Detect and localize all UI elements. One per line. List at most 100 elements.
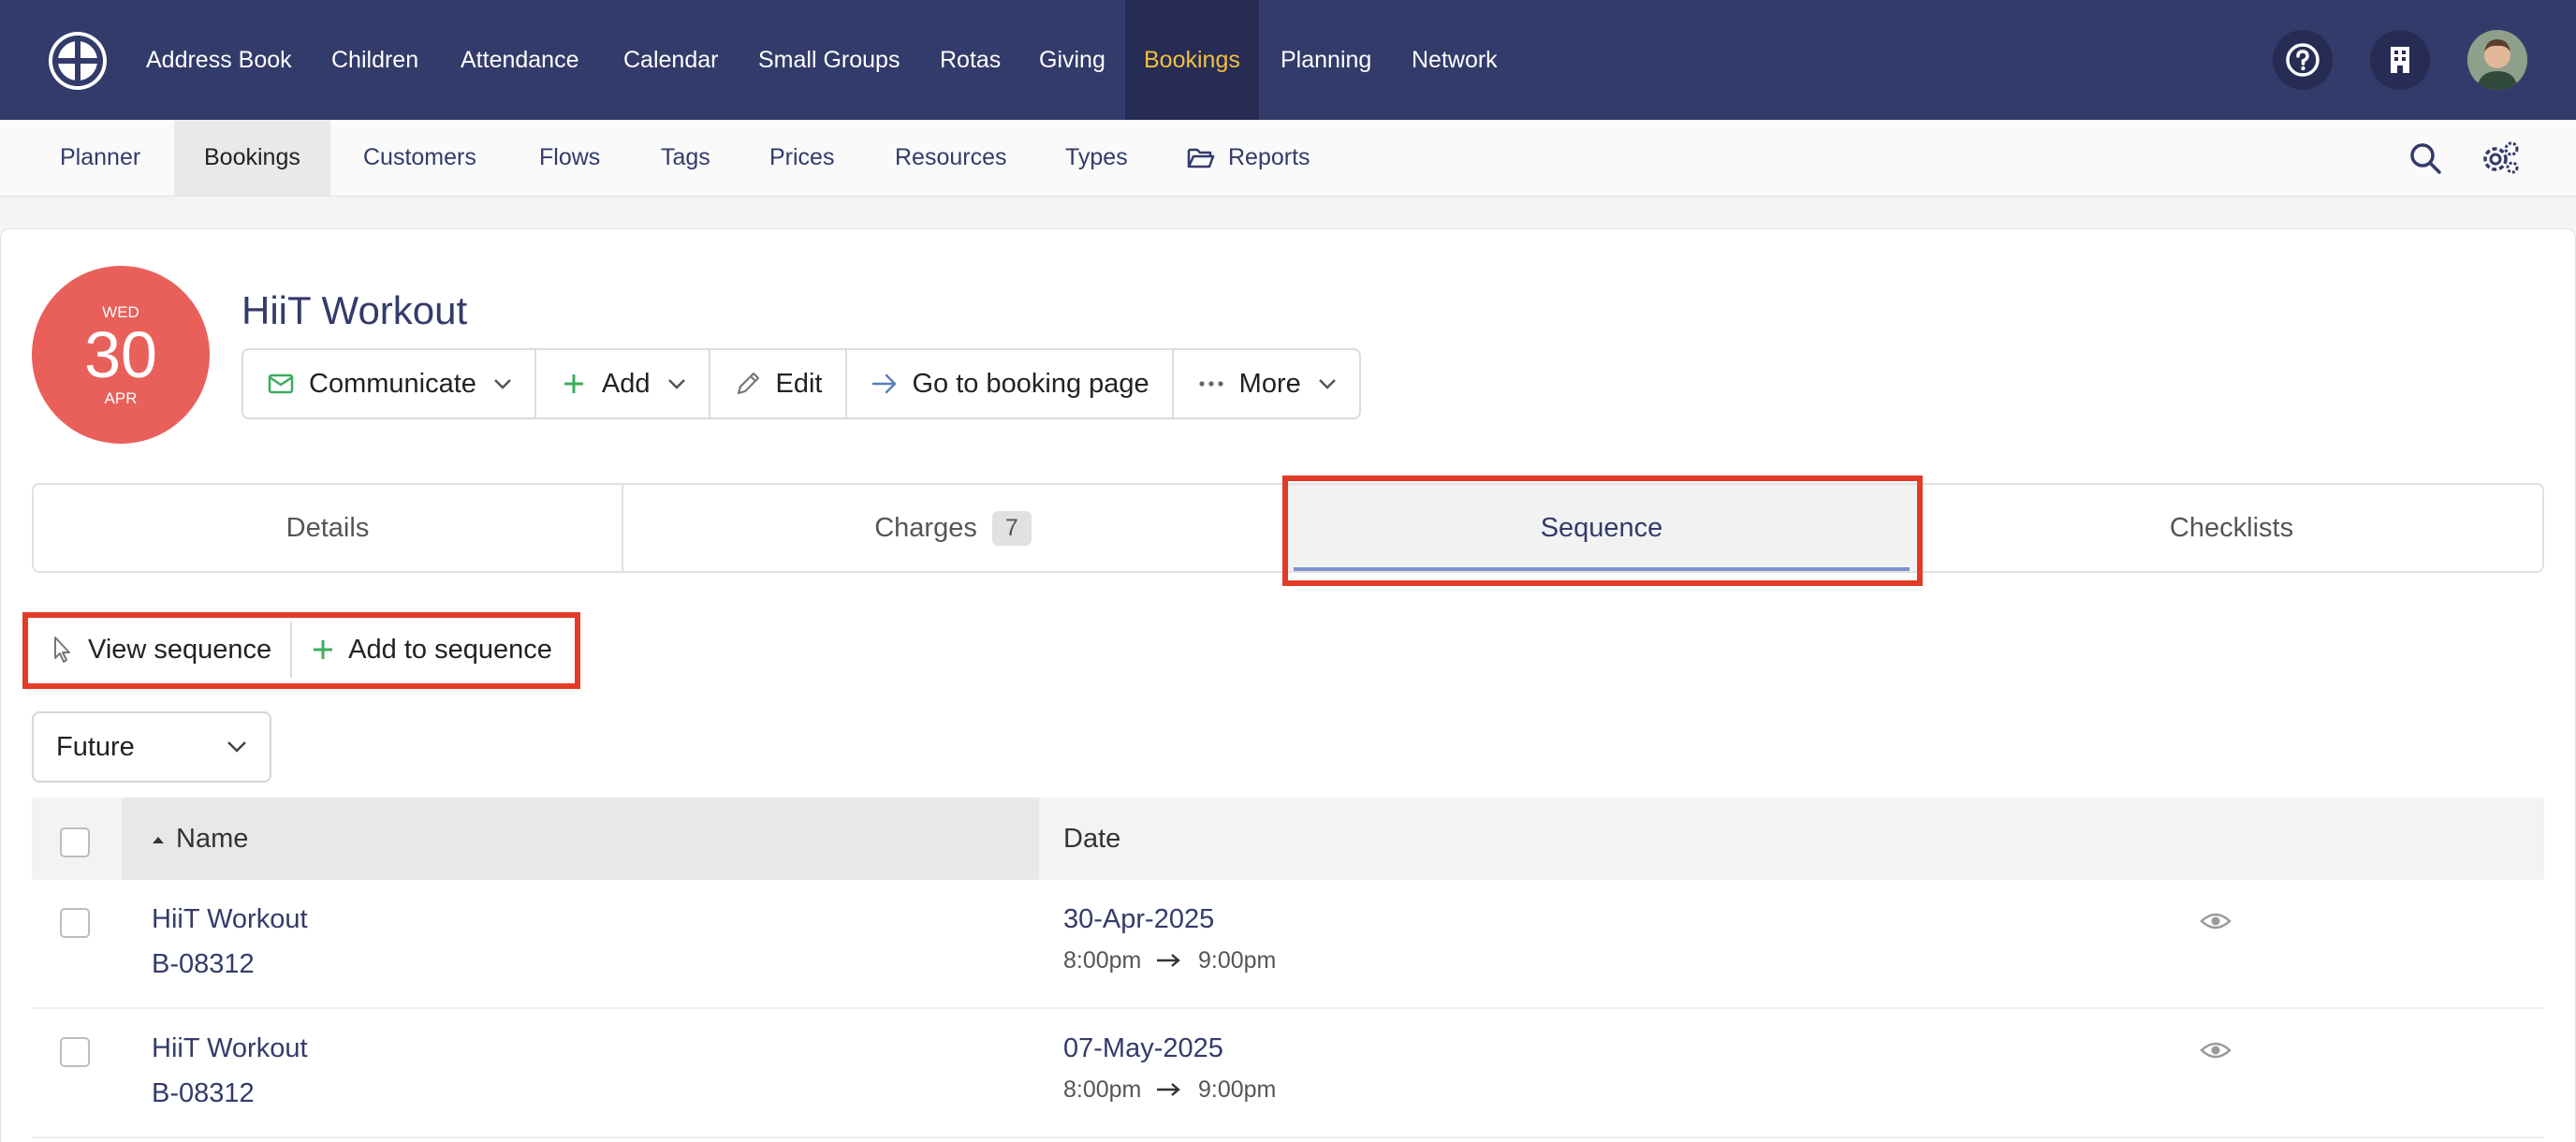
chevron-down-icon	[494, 379, 511, 389]
building-icon	[2391, 47, 2409, 73]
booking-name-link[interactable]: HiiT Workout	[152, 904, 308, 935]
table-row: HiiT Workout B-08312 07-May-2025 8:00pm …	[32, 1009, 2544, 1138]
user-avatar-image	[2467, 30, 2527, 90]
row-checkbox[interactable]	[60, 1037, 90, 1067]
nav-giving[interactable]: Giving	[1039, 0, 1105, 120]
pencil-icon	[737, 372, 759, 395]
help-button[interactable]	[2273, 30, 2333, 90]
chevron-down-icon	[227, 741, 246, 753]
more-button[interactable]: More	[1174, 350, 1359, 417]
name-column-header[interactable]: Name	[176, 798, 248, 880]
communicate-button[interactable]: Communicate	[243, 350, 536, 417]
ellipsis-icon	[1199, 381, 1223, 387]
sort-ascending-icon[interactable]	[152, 835, 165, 844]
chevron-down-icon	[1318, 379, 1336, 389]
view-sequence-label: View sequence	[88, 634, 272, 665]
booking-date-link[interactable]: 30-Apr-2025	[1063, 904, 1214, 935]
sequence-filter-value: Future	[56, 731, 135, 762]
subnav-prices[interactable]: Prices	[769, 120, 834, 196]
app-logo-icon[interactable]	[47, 30, 109, 92]
event-month: APR	[104, 389, 138, 407]
booking-start-time: 8:00pm	[1063, 1076, 1142, 1103]
view-sequence-button[interactable]: View sequence	[32, 622, 293, 678]
subnav-flows[interactable]: Flows	[539, 120, 600, 196]
subnav-resources[interactable]: Resources	[895, 120, 1007, 196]
tab-details-label: Details	[285, 512, 370, 543]
subnav-planner[interactable]: Planner	[60, 120, 140, 196]
chevron-down-icon	[667, 379, 685, 389]
subnav-reports[interactable]: Reports	[1228, 120, 1310, 196]
booking-ref-link[interactable]: B-08312	[152, 949, 255, 980]
row-checkbox[interactable]	[60, 908, 90, 938]
tab-charges-label: Charges	[874, 512, 977, 543]
date-column-header[interactable]: Date	[1063, 798, 1120, 880]
search-button[interactable]	[2406, 139, 2445, 178]
sequence-filter-select[interactable]: Future	[32, 711, 271, 783]
view-eye-icon[interactable]	[2200, 910, 2232, 932]
organisation-button[interactable]	[2370, 30, 2430, 90]
booking-ref-link[interactable]: B-08312	[152, 1078, 255, 1109]
communicate-label: Communicate	[309, 368, 476, 399]
help-icon	[2286, 43, 2320, 77]
table-header: Name Date	[32, 798, 2544, 880]
name-column-header-bg	[122, 798, 1039, 880]
edit-label: Edit	[775, 368, 823, 399]
go-to-booking-page-label: Go to booking page	[912, 368, 1149, 399]
nav-small-groups[interactable]: Small Groups	[758, 0, 900, 120]
nav-calendar[interactable]: Calendar	[623, 0, 718, 120]
select-all-checkbox[interactable]	[60, 827, 90, 857]
booking-tabs: Details Charges 7 Sequence Checklists	[32, 483, 2544, 573]
nav-network[interactable]: Network	[1412, 0, 1498, 120]
envelope-icon	[268, 373, 294, 394]
nav-address-book[interactable]: Address Book	[146, 0, 292, 120]
nav-bookings[interactable]: Bookings	[1125, 0, 1259, 120]
tab-sequence[interactable]: Sequence	[1284, 485, 1921, 571]
nav-rotas[interactable]: Rotas	[940, 0, 1001, 120]
top-navigation-bar: Address Book Children Attendance Calenda…	[0, 0, 2576, 120]
tab-checklists-label: Checklists	[2169, 512, 2294, 543]
tab-checklists[interactable]: Checklists	[1921, 485, 2542, 571]
booking-date-link[interactable]: 07-May-2025	[1063, 1033, 1223, 1064]
add-label: Add	[601, 368, 651, 399]
plus-icon	[314, 640, 333, 659]
subnav-customers[interactable]: Customers	[363, 120, 476, 196]
booking-actions-toolbar: Communicate Add Edit Go to booking page …	[242, 348, 1361, 419]
event-day: 30	[84, 318, 157, 391]
nav-planning[interactable]: Planning	[1281, 0, 1371, 120]
go-to-booking-page-button[interactable]: Go to booking page	[847, 350, 1174, 417]
subnav-types[interactable]: Types	[1065, 120, 1128, 196]
arrow-right-icon	[1157, 1083, 1180, 1096]
booking-name-link[interactable]: HiiT Workout	[152, 1033, 308, 1064]
user-avatar[interactable]	[2467, 30, 2527, 90]
sub-navigation-bar: Planner Bookings Customers Flows Tags Pr…	[0, 120, 2576, 197]
booking-end-time: 9:00pm	[1198, 947, 1277, 974]
arrow-right-icon	[871, 373, 896, 394]
booking-end-time: 9:00pm	[1198, 1076, 1277, 1103]
tab-sequence-label: Sequence	[1540, 512, 1663, 543]
nav-attendance[interactable]: Attendance	[461, 0, 579, 120]
booking-start-time: 8:00pm	[1063, 947, 1142, 974]
tab-details[interactable]: Details	[34, 485, 623, 571]
subnav-bookings[interactable]: Bookings	[174, 120, 330, 196]
tab-charges[interactable]: Charges 7	[623, 485, 1284, 571]
event-date-badge: WED 30 APR	[32, 266, 210, 444]
add-to-sequence-button[interactable]: Add to sequence	[292, 622, 571, 678]
nav-children[interactable]: Children	[331, 0, 418, 120]
settings-button[interactable]	[2481, 139, 2520, 178]
add-to-sequence-label: Add to sequence	[348, 634, 552, 665]
view-eye-icon[interactable]	[2200, 1039, 2232, 1061]
pointer-icon	[54, 637, 70, 663]
plus-icon	[564, 374, 583, 393]
page-title: HiiT Workout	[242, 288, 468, 332]
table-row: HiiT Workout B-08312 30-Apr-2025 8:00pm …	[32, 880, 2544, 1009]
sequence-actions-toolbar: View sequence Add to sequence	[32, 622, 571, 678]
gears-icon	[2483, 141, 2519, 174]
edit-button[interactable]: Edit	[710, 350, 847, 417]
subnav-tags[interactable]: Tags	[661, 120, 710, 196]
add-button[interactable]: Add	[536, 350, 710, 417]
folder-open-icon	[1187, 148, 1215, 168]
charges-count-badge: 7	[991, 510, 1032, 546]
more-label: More	[1238, 368, 1301, 399]
arrow-right-icon	[1157, 954, 1180, 967]
search-icon	[2410, 143, 2441, 174]
